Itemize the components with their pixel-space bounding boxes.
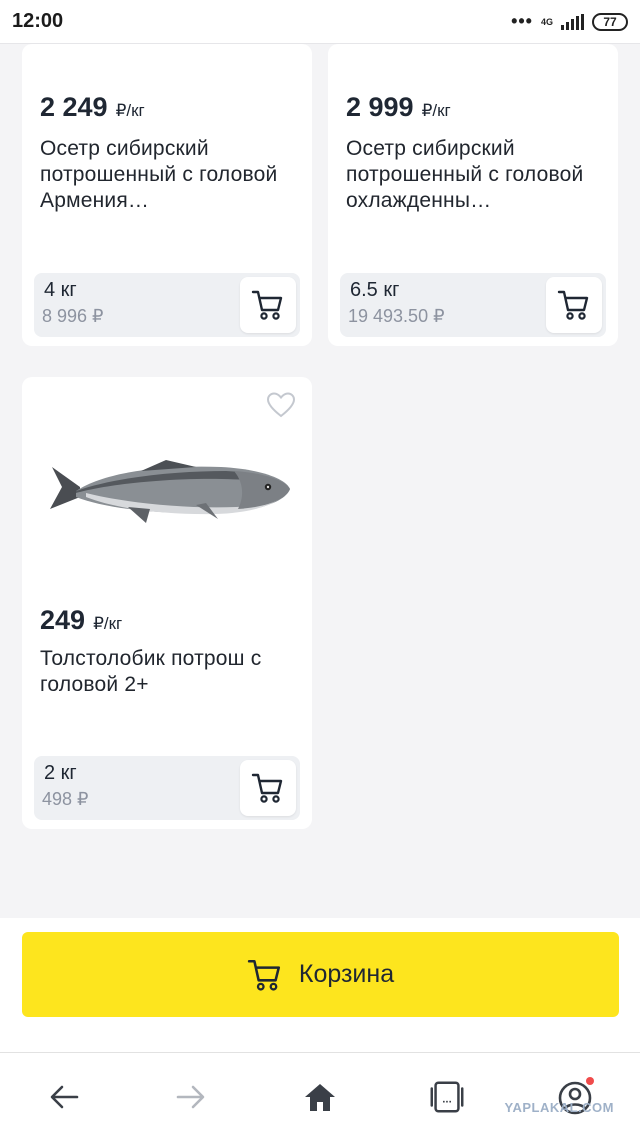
price-row: 2 999 ₽/кг	[346, 92, 451, 123]
watermark: YAPLAKAL.COM	[504, 1100, 614, 1115]
screen: 12:00 ••• 4G 77 2 249 ₽/кг Осетр сибирск…	[0, 0, 640, 1138]
back-button[interactable]	[44, 1077, 84, 1117]
back-arrow-icon	[50, 1085, 79, 1109]
cart-icon	[251, 773, 283, 803]
add-to-cart-button[interactable]	[546, 277, 602, 333]
price-unit: ₽/кг	[93, 614, 123, 633]
tabs-button[interactable]: ...	[427, 1077, 467, 1117]
cart-icon	[247, 959, 280, 991]
product-card[interactable]: 2 249 ₽/кг Осетр сибирский потрошенный с…	[22, 44, 312, 346]
product-title[interactable]: Толстолобик потрош с головой 2+	[40, 646, 292, 698]
price-row: 2 249 ₽/кг	[40, 92, 145, 123]
home-button[interactable]	[300, 1077, 340, 1117]
product-title[interactable]: Осетр сибирский потрошенный с головой ох…	[346, 136, 598, 214]
notification-dot	[586, 1077, 594, 1085]
product-quantity: 4 кг	[44, 279, 77, 301]
network-type: 4G	[540, 16, 553, 27]
price-unit: ₽/кг	[115, 101, 145, 120]
quantity-box[interactable]: 6.5 кг 19 493.50 ₽	[340, 273, 606, 337]
add-to-cart-button[interactable]	[240, 760, 296, 816]
basket-label: Корзина	[298, 960, 395, 988]
cart-icon	[251, 290, 283, 320]
status-bar: 12:00 ••• 4G 77	[0, 0, 640, 44]
battery-icon: 77	[592, 12, 628, 31]
browser-nav-bar: ...	[0, 1052, 640, 1138]
product-card[interactable]: 249 ₽/кг Толстолобик потрош с головой 2+…	[22, 377, 312, 829]
add-to-cart-button[interactable]	[240, 277, 296, 333]
home-icon	[305, 1084, 335, 1111]
forward-button[interactable]	[171, 1077, 211, 1117]
heart-icon	[266, 392, 296, 418]
product-price: 249	[40, 605, 86, 635]
basket-bar: Корзина	[0, 918, 640, 1052]
product-quantity: 6.5 кг	[350, 279, 400, 301]
status-time: 12:00	[12, 10, 64, 32]
fish-image	[50, 460, 290, 523]
tabs-icon: ...	[430, 1081, 464, 1113]
more-dots-icon: •••	[511, 11, 533, 31]
product-quantity: 2 кг	[44, 762, 77, 784]
forward-arrow-icon	[176, 1085, 205, 1109]
product-card[interactable]: 2 999 ₽/кг Осетр сибирский потрошенный с…	[328, 44, 618, 346]
basket-button[interactable]: Корзина	[22, 932, 619, 1017]
product-sum: 19 493.50 ₽	[348, 306, 445, 326]
status-icons: ••• 4G 77	[511, 11, 628, 32]
product-sum: 8 996 ₽	[42, 306, 104, 326]
favorite-button[interactable]	[266, 391, 296, 424]
product-price: 2 249	[40, 92, 108, 122]
cart-icon	[557, 290, 589, 320]
signal-icon	[561, 13, 584, 30]
price-unit: ₽/кг	[421, 101, 451, 120]
quantity-box[interactable]: 2 кг 498 ₽	[34, 756, 300, 820]
quantity-box[interactable]: 4 кг 8 996 ₽	[34, 273, 300, 337]
product-price: 2 999	[346, 92, 414, 122]
battery-level: 77	[603, 14, 617, 29]
product-title[interactable]: Осетр сибирский потрошенный с головой Ар…	[40, 136, 292, 214]
product-sum: 498 ₽	[42, 789, 89, 809]
price-row: 249 ₽/кг	[40, 605, 122, 636]
tabs-count: ...	[442, 1094, 452, 1106]
